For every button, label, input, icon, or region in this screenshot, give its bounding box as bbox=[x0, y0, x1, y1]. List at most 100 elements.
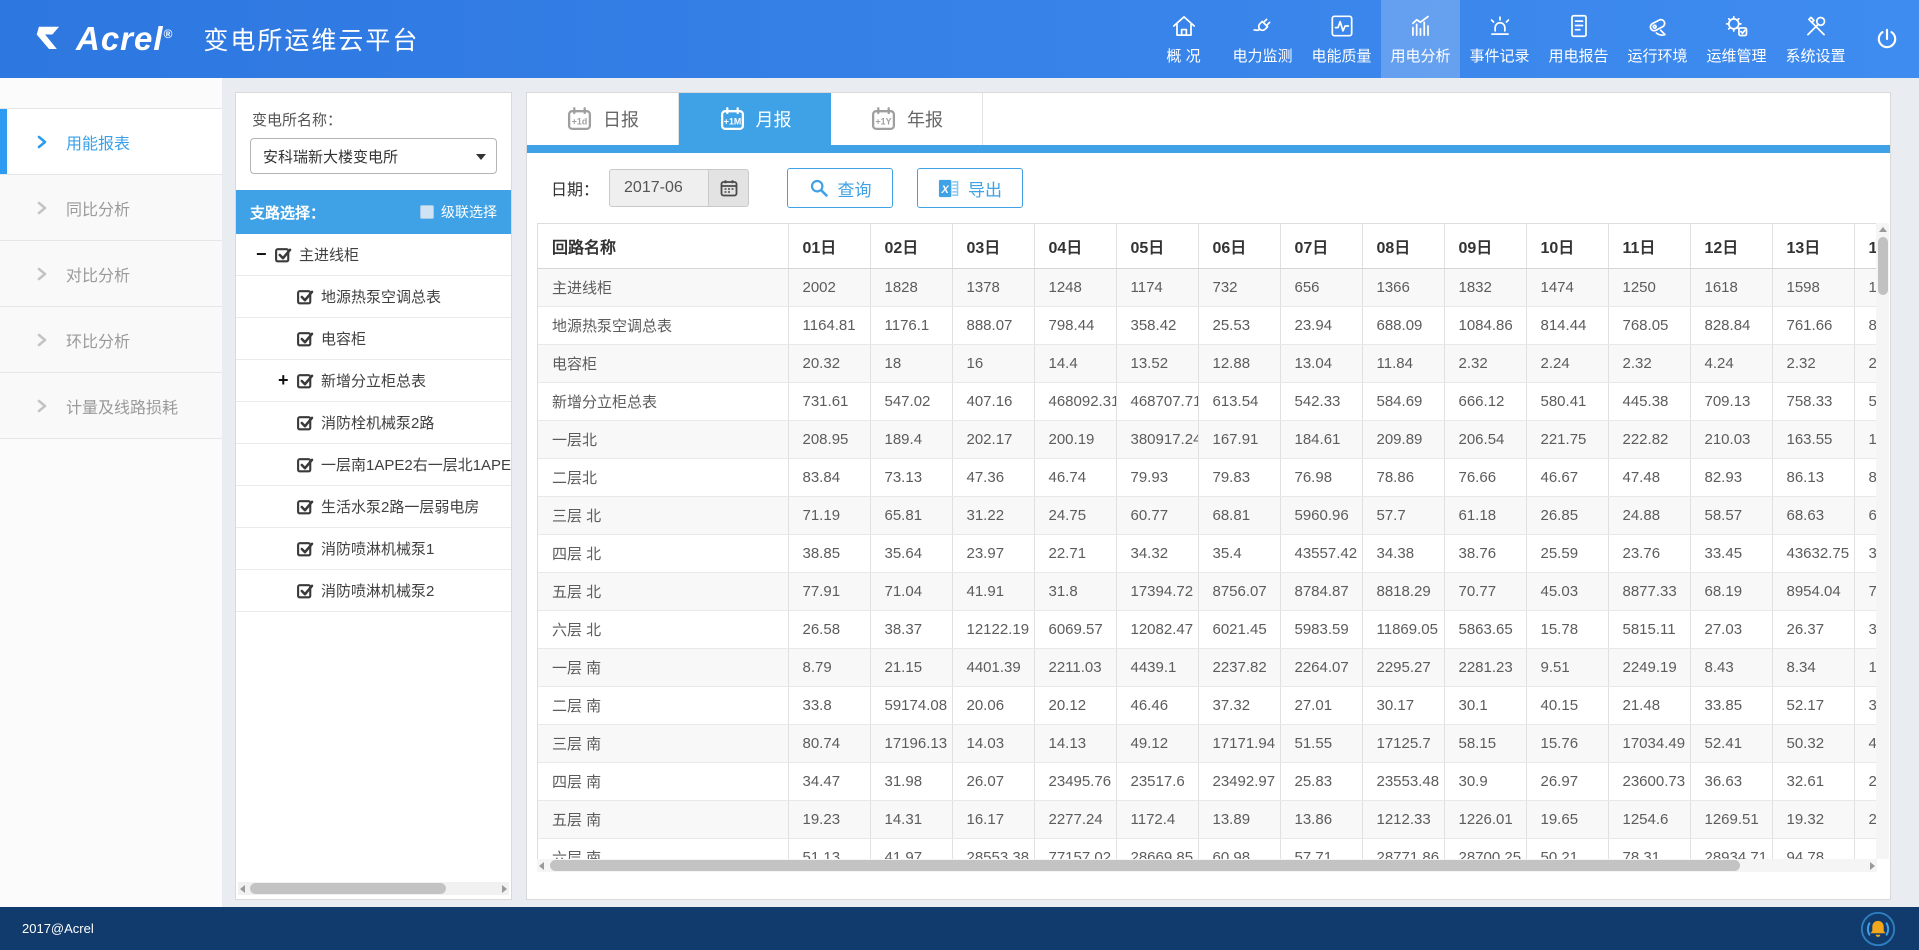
cascade-checkbox[interactable]: 级联选择 bbox=[420, 202, 497, 222]
checkbox-checked-icon[interactable] bbox=[296, 455, 315, 474]
table-cell: 210.03 bbox=[1690, 420, 1772, 458]
nav-item-label: 用电报告 bbox=[1548, 45, 1608, 66]
sidebar-item-5[interactable]: 计量及线路损耗 bbox=[0, 373, 222, 439]
nav-item-6[interactable]: 用电报告 bbox=[1539, 0, 1618, 78]
sidebar-item-2[interactable]: 同比分析 bbox=[0, 175, 222, 241]
table-cell: 13.04 bbox=[1280, 344, 1362, 382]
nav-item-label: 系统设置 bbox=[1785, 45, 1845, 66]
table-cell: 17125.7 bbox=[1362, 724, 1444, 762]
export-button[interactable]: X 导出 bbox=[917, 168, 1023, 208]
table-vscrollbar[interactable] bbox=[1876, 223, 1889, 859]
nav-item-8[interactable]: 运维管理 bbox=[1697, 0, 1776, 78]
table-cell: 202.17 bbox=[952, 420, 1034, 458]
tree-item-label: 一层南1APE2右一层北1APE1左 bbox=[321, 454, 511, 475]
checkbox-checked-icon[interactable] bbox=[296, 371, 315, 390]
branch-tree-hscrollbar[interactable] bbox=[238, 882, 509, 895]
scroll-left-arrow-icon[interactable] bbox=[240, 885, 245, 893]
nav-item-1[interactable]: 概 况 bbox=[1144, 0, 1223, 78]
scrollbar-thumb[interactable] bbox=[250, 883, 446, 894]
calendar-picker-button[interactable] bbox=[708, 170, 748, 206]
alarm-bell-icon[interactable] bbox=[1859, 910, 1897, 948]
nav-item-5[interactable]: 事件记录 bbox=[1460, 0, 1539, 78]
table-cell: 30.17 bbox=[1362, 686, 1444, 724]
nav-item-2[interactable]: 电力监测 bbox=[1223, 0, 1302, 78]
table-hscrollbar[interactable] bbox=[537, 859, 1877, 872]
table-cell: 1164.81 bbox=[788, 306, 870, 344]
row-name-cell: 主进线柜 bbox=[538, 268, 788, 306]
table-cell: 38.76 bbox=[1444, 534, 1526, 572]
tab-label: 月报 bbox=[756, 106, 792, 132]
tree-item-6[interactable]: 一层南1APE2右一层北1APE1左 bbox=[236, 444, 511, 486]
station-select[interactable]: 安科瑞新大楼变电所 bbox=[250, 138, 497, 174]
plug-icon bbox=[1249, 12, 1277, 40]
table-cell: 43557.42 bbox=[1280, 534, 1362, 572]
tab-daily-report[interactable]: +1d日报 bbox=[527, 93, 679, 145]
tree-item-9[interactable]: 消防喷淋机械泵2 bbox=[236, 570, 511, 612]
table-cell: 163.55 bbox=[1772, 420, 1854, 458]
column-header: 08日 bbox=[1362, 224, 1444, 268]
sidebar-menu: 用能报表同比分析对比分析环比分析计量及线路损耗 bbox=[0, 108, 222, 439]
scrollbar-thumb[interactable] bbox=[1878, 237, 1888, 295]
nav-item-4[interactable]: 用电分析 bbox=[1381, 0, 1460, 78]
row-name-cell: 六层 北 bbox=[538, 610, 788, 648]
tree-item-5[interactable]: 消防栓机械泵2路 bbox=[236, 402, 511, 444]
cascade-label: 级联选择 bbox=[441, 202, 497, 222]
checkbox-checked-icon[interactable] bbox=[296, 287, 315, 306]
search-icon bbox=[809, 178, 829, 198]
row-name-cell: 五层 南 bbox=[538, 800, 788, 838]
table-cell: 61.18 bbox=[1444, 496, 1526, 534]
collapse-minus-icon[interactable]: − bbox=[256, 244, 274, 265]
date-input[interactable]: 2017-06 bbox=[609, 169, 749, 207]
scroll-right-arrow-icon[interactable] bbox=[502, 885, 507, 893]
scroll-right-arrow-icon[interactable] bbox=[1870, 862, 1875, 870]
tree-item-2[interactable]: 地源热泵空调总表 bbox=[236, 276, 511, 318]
tree-item-3[interactable]: 电容柜 bbox=[236, 318, 511, 360]
table-row: 主进线柜200218281378124811747326561366183214… bbox=[538, 268, 1877, 306]
checkbox-checked-icon[interactable] bbox=[296, 497, 315, 516]
scroll-left-arrow-icon[interactable] bbox=[539, 862, 544, 870]
nav-item-3[interactable]: 电能质量 bbox=[1302, 0, 1381, 78]
table-cell: 68.19 bbox=[1690, 572, 1772, 610]
svg-text:+1M: +1M bbox=[723, 116, 740, 126]
table-cell: 25.53 bbox=[1198, 306, 1280, 344]
nav-item-9[interactable]: 系统设置 bbox=[1776, 0, 1855, 78]
tree-item-1[interactable]: −主进线柜 bbox=[236, 234, 511, 276]
tree-item-4[interactable]: +新增分立柜总表 bbox=[236, 360, 511, 402]
table-cell: 50.32 bbox=[1772, 724, 1854, 762]
expand-plus-icon[interactable]: + bbox=[278, 370, 296, 391]
column-header: 13日 bbox=[1772, 224, 1854, 268]
table-cell: 15.76 bbox=[1526, 724, 1608, 762]
table-cell: 26.85 bbox=[1526, 496, 1608, 534]
scrollbar-thumb[interactable] bbox=[550, 860, 1740, 871]
table-cell: 23.97 bbox=[952, 534, 1034, 572]
column-header: 02日 bbox=[870, 224, 952, 268]
scroll-up-arrow-icon[interactable] bbox=[1879, 227, 1887, 232]
checkbox-checked-icon[interactable] bbox=[274, 245, 293, 264]
tree-item-7[interactable]: 生活水泵2路一层弱电房 bbox=[236, 486, 511, 528]
table-cell: 2.24 bbox=[1526, 344, 1608, 382]
sidebar-item-1[interactable]: 用能报表 bbox=[0, 109, 222, 175]
table-cell: 70.77 bbox=[1444, 572, 1526, 610]
sidebar-item-4[interactable]: 环比分析 bbox=[0, 307, 222, 373]
table-cell: 580.41 bbox=[1526, 382, 1608, 420]
footer: 2017@Acrel bbox=[0, 907, 1919, 950]
tab-monthly-report[interactable]: +1M 月报 bbox=[679, 93, 831, 145]
table-cell: 8784.87 bbox=[1280, 572, 1362, 610]
checkbox-checked-icon[interactable] bbox=[296, 581, 315, 600]
column-header: 04日 bbox=[1034, 224, 1116, 268]
query-button[interactable]: 查询 bbox=[787, 168, 893, 208]
checkbox-checked-icon[interactable] bbox=[296, 539, 315, 558]
tree-item-8[interactable]: 消防喷淋机械泵1 bbox=[236, 528, 511, 570]
nav-item-7[interactable]: 运行环境 bbox=[1618, 0, 1697, 78]
checkbox-checked-icon[interactable] bbox=[296, 413, 315, 432]
logo-text: Acrel® bbox=[76, 20, 173, 58]
tab-yearly-report[interactable]: +1Y年报 bbox=[831, 93, 983, 145]
svg-text:+1Y: +1Y bbox=[876, 116, 892, 126]
logout-power-button[interactable] bbox=[1855, 0, 1919, 78]
table-cell: 77.91 bbox=[788, 572, 870, 610]
table-cell: 547.02 bbox=[870, 382, 952, 420]
checkbox-checked-icon[interactable] bbox=[296, 329, 315, 348]
top-nav: 概 况电力监测电能质量用电分析事件记录用电报告运行环境运维管理系统设置 bbox=[1144, 0, 1855, 78]
table-cell: 7 bbox=[1854, 572, 1877, 610]
sidebar-item-3[interactable]: 对比分析 bbox=[0, 241, 222, 307]
